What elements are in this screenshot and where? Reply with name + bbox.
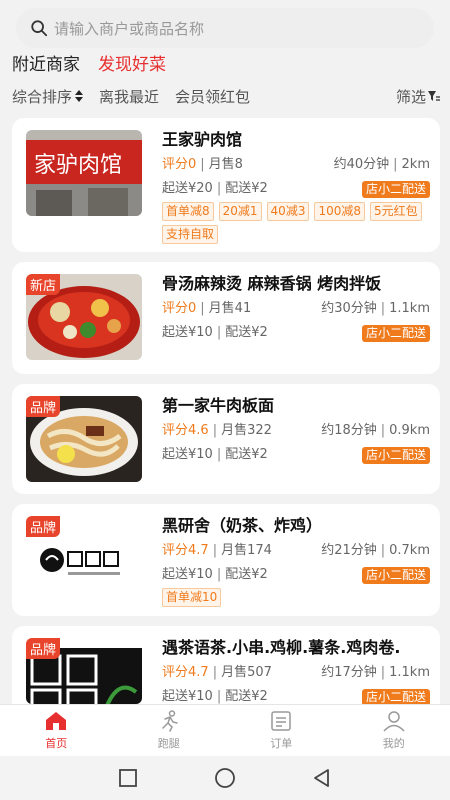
distance: 0.9km <box>389 423 430 438</box>
monthly-sales: 月售41 <box>208 301 252 316</box>
search-icon <box>31 20 48 37</box>
store-photo: 家驴肉馆 <box>26 130 142 216</box>
distance: 1.1km <box>389 665 430 680</box>
distance: 0.7km <box>389 543 430 558</box>
store-rating: 评分4.6 <box>162 423 209 438</box>
funnel-icon <box>428 91 440 101</box>
promo-tags: 首单减10 <box>162 588 430 611</box>
delivery-badge: 店小二配送 <box>361 566 430 584</box>
delivery-fee: 配送¥2 <box>225 181 268 196</box>
delivery-fee: 配送¥2 <box>225 567 268 582</box>
filter-label: 筛选 <box>395 87 426 106</box>
top-tabs: 附近商家 发现好菜 <box>12 48 184 76</box>
home-icon <box>46 712 67 730</box>
delivery-badge: 店小二配送 <box>361 180 430 198</box>
runner-icon <box>162 710 178 732</box>
back-icon[interactable] <box>311 767 333 789</box>
delivery-fee: 配送¥2 <box>225 447 268 462</box>
nav-orders[interactable]: 订单 <box>225 705 338 756</box>
delivery-time: 约40分钟 <box>333 157 390 172</box>
new-store-badge: 新店 <box>26 274 61 295</box>
min-order: 起送¥20 <box>162 181 213 196</box>
store-name: 黑研舍（奶茶、炸鸡） <box>162 516 323 535</box>
search-input[interactable]: 请输入商户或商品名称 <box>54 18 204 39</box>
store-name: 王家驴肉馆 <box>162 130 243 149</box>
order-list-icon <box>271 711 291 731</box>
store-card[interactable]: 品牌 遇茶语茶.小串.鸡柳.薯条.鸡肉卷. 评分4.7 | 月售507 约17分… <box>12 626 440 704</box>
tab-nearby[interactable]: 附近商家 <box>12 50 80 75</box>
monthly-sales: 月售8 <box>208 157 243 172</box>
promo-tag: 支持自取 <box>162 225 219 244</box>
store-name: 骨汤麻辣烫 麻辣香锅 烤肉拌饭 <box>162 274 382 293</box>
store-rating: 评分0 <box>162 301 197 316</box>
promo-tag: 40减3 <box>266 202 310 221</box>
svg-text:家驴肉馆: 家驴肉馆 <box>34 153 122 178</box>
system-nav-bar <box>0 756 450 800</box>
store-name: 遇茶语茶.小串.鸡柳.薯条.鸡肉卷. <box>162 638 401 657</box>
sort-label: 综合排序 <box>12 87 73 106</box>
nav-errand[interactable]: 跑腿 <box>113 705 226 756</box>
delivery-time: 约30分钟 <box>321 301 377 316</box>
nearest-filter[interactable]: 离我最近 <box>99 86 159 107</box>
user-icon <box>383 711 405 732</box>
monthly-sales: 月售174 <box>221 543 272 558</box>
bottom-nav: 首页 跑腿 订单 我的 <box>0 704 450 756</box>
min-order: 起送¥10 <box>162 689 213 704</box>
store-card[interactable]: 品牌 第一家牛肉板面 评分4.6 | 月售322 约18分钟 | 0.9km 起… <box>12 384 440 494</box>
tab-discover[interactable]: 发现好菜 <box>98 50 166 75</box>
store-rating: 评分4.7 <box>162 543 209 558</box>
search-bar[interactable]: 请输入商户或商品名称 <box>16 8 434 48</box>
delivery-time: 约18分钟 <box>321 423 377 438</box>
promo-tag: 5元红包 <box>370 202 422 221</box>
monthly-sales: 月售322 <box>221 423 272 438</box>
delivery-badge: 店小二配送 <box>361 324 430 342</box>
brand-badge: 品牌 <box>26 396 61 417</box>
filter-button[interactable]: 筛选 <box>396 86 440 107</box>
store-rating: 评分0 <box>162 157 197 172</box>
promo-tag: 首单减10 <box>162 588 222 607</box>
delivery-badge: 店小二配送 <box>361 446 430 464</box>
delivery-time: 约21分钟 <box>321 543 377 558</box>
home-circle-icon[interactable] <box>214 767 236 789</box>
store-card[interactable]: 新店 骨汤麻辣烫 麻辣香锅 烤肉拌饭 评分0 | 月售41 约30分钟 | 1.… <box>12 262 440 374</box>
promo-tags: 首单减8 20减1 40减3 100减8 5元红包 支持自取 <box>162 202 430 248</box>
member-redpacket-filter[interactable]: 会员领红包 <box>175 86 250 107</box>
nav-home[interactable]: 首页 <box>0 705 113 756</box>
store-name: 第一家牛肉板面 <box>162 396 275 415</box>
promo-tag: 20减1 <box>218 202 262 221</box>
monthly-sales: 月售507 <box>221 665 272 680</box>
store-card[interactable]: 品牌 黑研舍（奶茶、炸鸡） 评分4.7 | 月售174 约21分钟 | 0.7k… <box>12 504 440 616</box>
brand-badge: 品牌 <box>26 516 61 537</box>
delivery-badge: 店小二配送 <box>361 688 430 704</box>
delivery-fee: 配送¥2 <box>225 689 268 704</box>
store-rating: 评分4.7 <box>162 665 209 680</box>
min-order: 起送¥10 <box>162 567 213 582</box>
brand-badge: 品牌 <box>26 638 61 659</box>
min-order: 起送¥10 <box>162 325 213 340</box>
filter-row: 综合排序 离我最近 会员领红包 筛选 <box>12 84 440 108</box>
distance: 2km <box>401 157 430 172</box>
recent-apps-icon[interactable] <box>117 767 139 789</box>
sort-caret-icon <box>75 90 84 102</box>
delivery-time: 约17分钟 <box>321 665 377 680</box>
sort-dropdown[interactable]: 综合排序 <box>12 86 84 107</box>
delivery-fee: 配送¥2 <box>225 325 268 340</box>
min-order: 起送¥10 <box>162 447 213 462</box>
promo-tag: 100减8 <box>314 202 365 221</box>
nav-profile[interactable]: 我的 <box>338 705 450 756</box>
store-card[interactable]: 家驴肉馆 王家驴肉馆 评分0 | 月售8 约40分钟 | 2km 起送¥20 |… <box>12 118 440 252</box>
promo-tag: 首单减8 <box>162 202 214 221</box>
distance: 1.1km <box>389 301 430 316</box>
